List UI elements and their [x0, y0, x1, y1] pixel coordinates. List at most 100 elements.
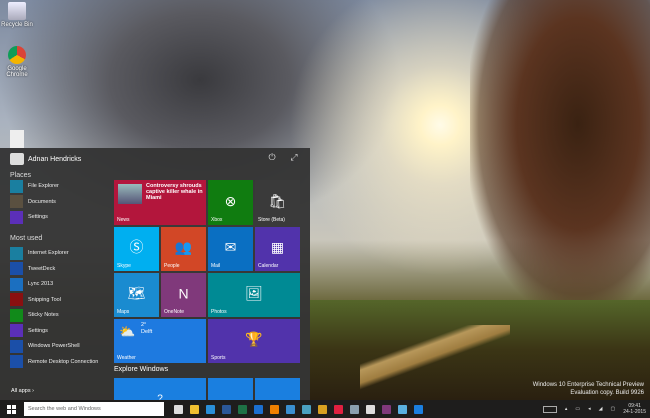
tile-photos[interactable]: 🖼 Photos — [208, 273, 300, 317]
file-icon — [10, 130, 24, 148]
expand-icon: ⤢ — [290, 152, 298, 162]
start-menu: Adnan Hendricks ⏻ ⤢ Places File Explorer… — [0, 148, 310, 400]
taskbar-app-white-icon[interactable] — [366, 404, 375, 414]
tile-people[interactable]: 👥 People — [161, 227, 206, 271]
tile-news[interactable]: Controversy shrouds captive killer whale… — [114, 180, 206, 225]
search-box[interactable]: Search the web and Windows — [24, 402, 164, 416]
news-image — [118, 184, 142, 204]
taskbar-files-icon[interactable] — [302, 404, 311, 414]
item-label: Remote Desktop Connection — [28, 358, 99, 365]
skype-icon: Ⓢ — [129, 239, 144, 255]
most-used-item[interactable]: Sticky Notes — [10, 308, 59, 322]
taskbar-app-blue-icon[interactable] — [286, 404, 295, 414]
taskbar-app-grey-icon[interactable] — [350, 404, 359, 414]
mail-icon: ✉ — [224, 238, 237, 255]
taskbar-internet-explorer-icon[interactable] — [206, 404, 215, 414]
tile-windows[interactable] — [208, 378, 253, 400]
weather-icon: ⛅ — [119, 324, 136, 339]
taskbar-onenote-icon[interactable] — [382, 404, 391, 414]
tile-calendar[interactable]: ▦ Calendar — [255, 227, 300, 271]
most-used-heading: Most used — [10, 235, 43, 242]
desktop-icon-file[interactable] — [0, 130, 34, 150]
windows-logo-icon — [6, 404, 16, 414]
power-button[interactable]: ⏻ — [266, 152, 278, 164]
user-account[interactable]: Adnan Hendricks — [10, 153, 81, 165]
most-used-item[interactable]: Remote Desktop Connection — [10, 355, 98, 369]
taskbar-tweetdeck-icon[interactable] — [254, 404, 263, 414]
network-icon[interactable]: ◢ — [599, 406, 603, 412]
item-label: TweetDeck — [28, 265, 56, 272]
tile-xbox[interactable]: ⊗ Xbox — [208, 180, 253, 225]
item-label: Settings — [28, 214, 48, 220]
evaluation-watermark: Windows 10 Enterprise Technical Preview … — [532, 382, 644, 396]
app-icon — [10, 339, 23, 353]
most-used-item[interactable]: TweetDeck — [10, 262, 55, 276]
wallpaper-tree — [470, 0, 650, 310]
taskbar-remote-desktop-icon[interactable] — [398, 404, 407, 414]
item-label: Documents — [28, 198, 56, 205]
most-used-item[interactable]: Lync 2013 — [10, 277, 53, 291]
taskbar-file-explorer-icon[interactable] — [190, 404, 199, 414]
most-used-item[interactable]: Windows PowerShell — [10, 339, 80, 353]
chrome-icon — [8, 46, 26, 64]
item-label: Snipping Tool — [28, 296, 61, 303]
desktop-icon-recycle-bin[interactable]: Recycle Bin — [0, 2, 34, 28]
tile-skype[interactable]: Ⓢ Skype — [114, 227, 159, 271]
places-heading: Places — [10, 172, 32, 179]
store-icon: 🛍 — [268, 192, 287, 209]
taskbar-chrome-icon[interactable] — [318, 404, 327, 414]
most-used-item[interactable]: Settings — [10, 324, 48, 338]
item-label: File Explorer — [28, 183, 59, 189]
all-apps-link[interactable]: All apps › — [11, 388, 34, 394]
places-item[interactable]: Settings — [10, 210, 48, 224]
start-button[interactable] — [0, 400, 22, 418]
tile-weather[interactable]: ⛅ 2° Delft Weather — [114, 319, 206, 363]
taskbar-app-active-icon[interactable] — [414, 404, 423, 414]
desktop-icon-google-chrome[interactable]: Google Chrome — [0, 46, 34, 78]
tile-mail[interactable]: ✉ Mail — [208, 227, 253, 271]
taskbar-task-view-icon[interactable] — [174, 404, 183, 414]
expand-button[interactable]: ⤢ — [288, 152, 300, 164]
chevron-up-icon[interactable]: ▴ — [565, 406, 568, 412]
app-icon — [10, 293, 23, 306]
item-label: Sticky Notes — [28, 312, 59, 318]
item-label: Lync 2013 — [28, 281, 54, 287]
app-icon — [10, 355, 23, 368]
power-icon: ⏻ — [268, 152, 276, 162]
app-icon — [10, 195, 23, 208]
app-icon — [10, 308, 23, 322]
tile-sports[interactable]: 🏆 Sports — [208, 319, 300, 363]
battery-icon[interactable]: ▭ — [575, 406, 580, 412]
keyboard-icon[interactable] — [542, 405, 557, 413]
maps-icon: 🗺 — [127, 284, 146, 301]
recycle-bin-icon — [8, 2, 26, 20]
taskbar-vlc-icon[interactable] — [270, 404, 279, 414]
help-icon: ? — [157, 393, 163, 400]
app-icon — [10, 210, 23, 224]
system-tray: ▴ ▭ ◂ ◢ ▢ 09:41 24-1-2015 — [542, 400, 646, 418]
clock[interactable]: 09:41 24-1-2015 — [623, 403, 646, 415]
tile-onenote[interactable]: N OneNote — [161, 273, 206, 317]
most-used-item[interactable]: Internet Explorer — [10, 246, 69, 260]
item-label: Windows PowerShell — [28, 343, 80, 349]
tile-maps[interactable]: 🗺 Maps — [114, 273, 159, 317]
taskbar-itunes-icon[interactable] — [334, 404, 343, 414]
explore-windows-heading: Explore Windows — [114, 366, 169, 373]
tile-feedback[interactable] — [255, 378, 300, 400]
most-used-item[interactable]: Snipping Tool — [10, 293, 61, 307]
taskbar-word-icon[interactable] — [222, 404, 231, 414]
places-item[interactable]: Documents — [10, 195, 56, 209]
app-icon — [10, 277, 23, 291]
notifications-icon[interactable]: ▢ — [610, 406, 615, 412]
taskbar: Search the web and Windows ▴ ▭ ◂ ◢ ▢ 09:… — [0, 400, 650, 418]
tile-store[interactable]: 🛍 Store (Beta) — [255, 180, 300, 225]
calendar-icon: ▦ — [270, 238, 285, 255]
avatar — [10, 153, 24, 165]
tile-get-started[interactable]: ? — [114, 378, 206, 400]
places-item[interactable]: File Explorer — [10, 179, 59, 193]
photos-icon: 🖼 — [245, 284, 263, 301]
xbox-icon: ⊗ — [224, 192, 237, 209]
volume-icon[interactable]: ◂ — [588, 406, 591, 412]
taskbar-excel-icon[interactable] — [238, 404, 247, 414]
app-icon — [10, 324, 23, 337]
